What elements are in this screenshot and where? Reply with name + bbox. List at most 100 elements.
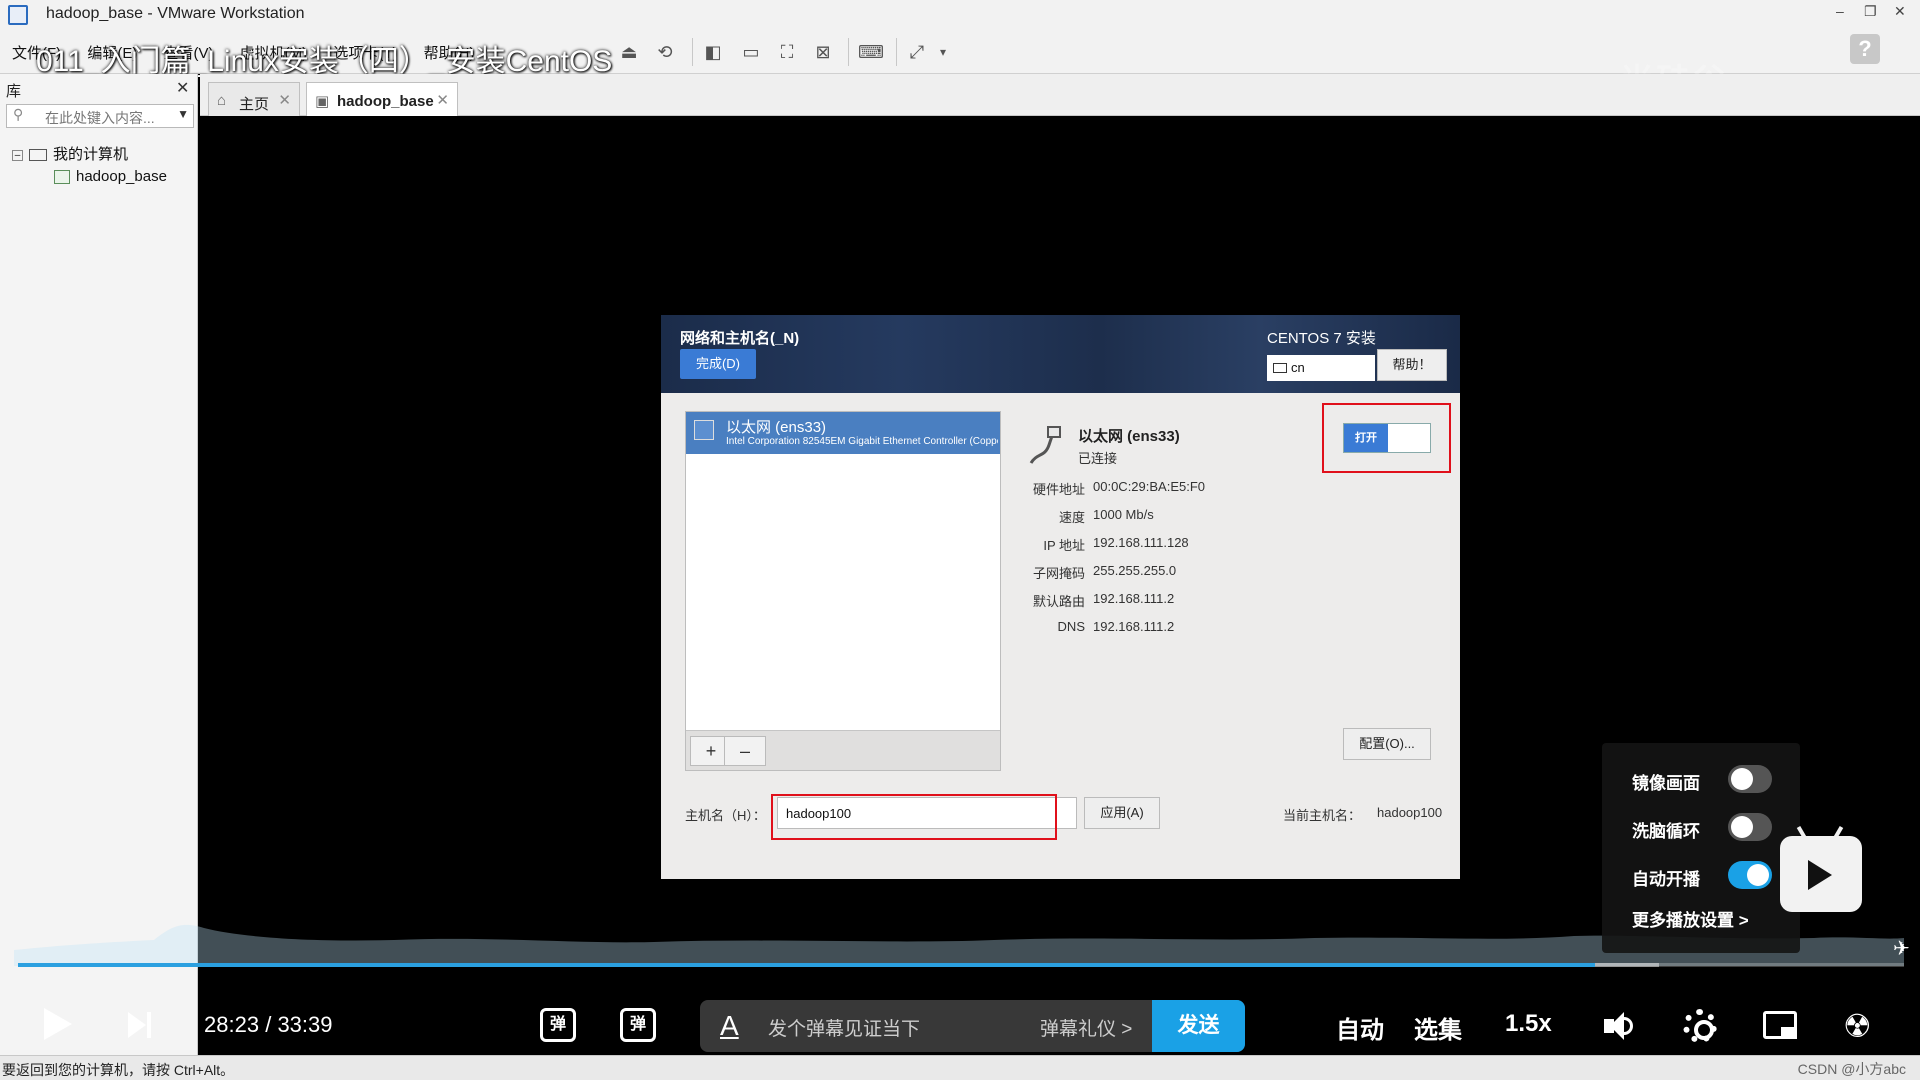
setting-loop: 洗脑循环 [1632,809,1792,843]
settings-gear-icon[interactable] [1683,1009,1717,1043]
send-danmaku-button[interactable]: 发送 [1152,1000,1245,1052]
help-button[interactable]: 帮助！ [1377,349,1447,381]
setting-mirror: 镜像画面 [1632,761,1792,795]
home-icon: ⌂ [217,92,227,109]
episodes-button[interactable]: 选集 [1414,1010,1462,1045]
property-key: DNS [1057,619,1085,634]
stretch-icon[interactable]: ⤢ [904,39,930,65]
highlight-box [1322,403,1451,473]
volume-icon[interactable] [1604,1011,1634,1041]
revert-snapshot-icon[interactable]: ⟲ [652,39,678,65]
next-episode-icon[interactable] [128,1012,152,1038]
close-tab-icon[interactable]: ✕ [436,91,449,109]
console-icon[interactable]: ⌨ [858,39,884,65]
interface-list-toolbar: + – [686,730,1000,770]
interface-name: 以太网 (ens33) [726,419,827,436]
property-key: 子网掩码 [1032,566,1085,581]
video-progress-bar[interactable] [18,963,1904,967]
window-titlebar: hadoop_base - VMware Workstation – ❐ ✕ [0,0,1920,30]
restore-icon[interactable]: ❐ [1864,3,1877,20]
playback-speed-button[interactable]: 1.5x [1505,1010,1552,1038]
chevron-down-icon[interactable]: ▼ [177,107,189,121]
playback-settings-popup: 镜像画面 洗脑循环 自动开播 更多播放设置 > [1602,743,1800,953]
play-icon[interactable] [44,1008,72,1040]
interface-item-ens33[interactable]: 以太网 (ens33) Intel Corporation 82545EM Gi… [686,412,1000,454]
library-header: 库 [6,83,22,100]
danmaku-toggle-icon[interactable]: 弹 [540,1008,576,1042]
close-library-icon[interactable]: ✕ [176,78,189,98]
setting-label: 自动开播 [1632,870,1700,889]
danmaku-settings-icon[interactable]: 弹 [620,1008,656,1042]
danmaku-input[interactable]: 发个弹幕见证当下 [768,1014,920,1041]
hostname-label: 主机名（H）： [685,808,766,823]
pin-icon[interactable]: ✈ [1893,936,1910,961]
tab-home[interactable]: ⌂ 主页 ✕ [208,82,300,116]
toolbar-divider [692,38,693,66]
setting-label: 镜像画面 [1632,774,1700,793]
chevron-down-icon[interactable]: ▾ [930,39,956,65]
property-key: 默认路由 [1032,594,1085,609]
tree-item-my-computer[interactable]: – 我的计算机 [12,144,167,166]
keyboard-layout-value: cn [1291,360,1305,375]
tab-hadoop-base[interactable]: ▣ hadoop_base ✕ [306,82,458,116]
library-search-input[interactable]: ⚲ 在此处键入内容... ▼ [6,104,194,128]
quality-auto-button[interactable]: 自动 [1336,1010,1384,1045]
vm-icon: ▣ [315,93,330,110]
property-value: 192.168.111.128 [1093,535,1189,550]
property-key: 硬件地址 [1032,482,1085,497]
window-title: hadoop_base - VMware Workstation [46,5,305,22]
property-value: 192.168.111.2 [1093,591,1175,606]
toolbar-divider [896,38,897,66]
thumbnail-view-icon[interactable]: ▭ [738,39,764,65]
keyboard-icon [1273,363,1287,373]
apply-button[interactable]: 应用(A) [1084,797,1160,829]
property-value: 00:0C:29:BA:E5:F0 [1093,479,1206,494]
close-window-icon[interactable]: ✕ [1894,3,1906,20]
connection-status: 已连接 [1078,451,1118,466]
ethernet-cable-icon [1029,426,1061,464]
setting-autoplay: 自动开播 [1632,857,1792,891]
loop-toggle[interactable] [1728,813,1772,841]
autoplay-toggle[interactable] [1728,861,1772,889]
tab-label: 主页 [239,96,270,113]
fullscreen-web-icon[interactable]: ☢ [1843,1010,1872,1042]
picture-in-picture-icon[interactable] [1763,1011,1797,1039]
current-hostname-label: 当前主机名： [1283,808,1362,823]
vmware-app-icon [8,5,28,25]
dialog-title: 网络和主机名(_N) [680,330,800,347]
highlight-box [771,794,1057,840]
bilibili-tv-icon[interactable] [1780,825,1862,912]
mirror-toggle[interactable] [1728,765,1772,793]
danmaku-etiquette-link[interactable]: 弹幕礼仪 > [1040,1014,1132,1041]
detail-interface-name: 以太网 (ens33) [1078,428,1180,445]
fullscreen-icon[interactable]: ⛶ [774,39,800,65]
search-icon: ⚲ [13,106,24,122]
product-title: CENTOS 7 安装 [1267,330,1376,347]
current-hostname-value: hadoop100 [1377,805,1443,820]
status-text: 要返回到您的计算机，请按 Ctrl+Alt。 [2,1062,235,1078]
tree-label: 我的计算机 [53,146,129,163]
text-style-icon[interactable]: A [720,1010,739,1042]
minimize-icon[interactable]: – [1836,3,1844,19]
done-button[interactable]: 完成(D) [680,349,756,379]
collapse-icon[interactable]: – [12,149,23,161]
property-key: 速度 [1058,510,1085,525]
more-playback-settings-link[interactable]: 更多播放设置 > [1632,906,1749,931]
property-value: 255.255.255.0 [1093,563,1177,578]
tab-label: hadoop_base [337,93,434,110]
sidebar-view-icon[interactable]: ◧ [700,39,726,65]
danmaku-input-bar: A 发个弹幕见证当下 弹幕礼仪 > 发送 [700,1000,1245,1052]
unity-icon[interactable]: ⊠ [810,39,836,65]
installer-header: 网络和主机名(_N) 完成(D) CENTOS 7 安装 cn 帮助！ [661,315,1460,393]
property-key: IP 地址 [1043,538,1085,553]
close-tab-icon[interactable]: ✕ [278,91,291,109]
configure-button[interactable]: 配置(O)... [1343,728,1431,760]
snapshot-icon[interactable]: ⏏ [616,39,642,65]
remove-interface-button[interactable]: – [724,736,766,766]
tree-item-hadoop-base[interactable]: hadoop_base [12,166,167,188]
network-icon [694,420,714,440]
help-question-icon[interactable]: ? [1850,34,1880,64]
credit-watermark: CSDN @小方abc [1797,1061,1906,1077]
library-tree: – 我的计算机 hadoop_base [12,144,167,188]
keyboard-layout-indicator[interactable]: cn [1267,355,1375,381]
